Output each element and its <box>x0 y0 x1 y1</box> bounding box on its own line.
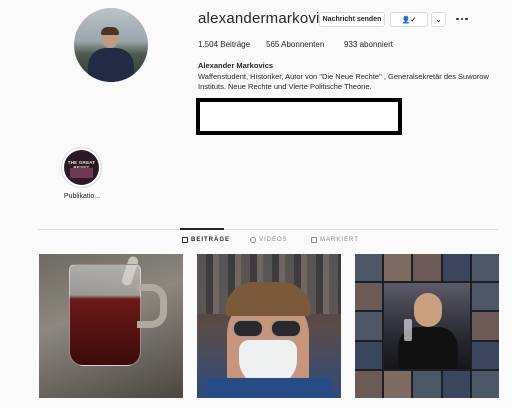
followers-number: 565 <box>266 40 280 49</box>
glass-cup-shape <box>69 264 141 366</box>
center-person-glass <box>404 319 412 341</box>
following-number: 933 <box>344 40 358 49</box>
profile-avatar[interactable] <box>74 8 148 82</box>
redacted-box <box>196 98 402 135</box>
highlight-cover-image <box>70 168 93 178</box>
following-button[interactable]: 👤✓ <box>390 12 428 27</box>
post-thumbnail[interactable] <box>197 254 341 398</box>
video-icon <box>250 237 256 243</box>
more-options-icon[interactable] <box>455 12 469 26</box>
posts-count: 1.504 Beiträge <box>198 40 250 49</box>
person-cap <box>225 282 311 316</box>
tabs-divider <box>38 229 498 230</box>
tab-tagged[interactable]: MARKIERT <box>311 237 359 243</box>
sunglasses <box>233 320 303 338</box>
tab-tagged-label: MARKIERT <box>320 237 359 243</box>
collage-center-image <box>384 283 470 369</box>
center-person-face <box>414 293 442 327</box>
tab-videos[interactable]: VIDEOS <box>250 237 288 243</box>
following-count[interactable]: 933 abonniert <box>344 40 393 49</box>
profile-bio: Waffenstudent, Historiker, Autor von "Di… <box>198 72 489 91</box>
profile-username: alexandermarkovics <box>198 10 335 27</box>
grid-icon <box>182 237 188 243</box>
tag-icon <box>311 237 317 243</box>
tab-posts[interactable]: BEITRÄGE <box>182 237 230 243</box>
profile-full-name: Alexander Markovics <box>198 61 274 70</box>
jacket <box>207 378 331 398</box>
posts-label: Beiträge <box>220 40 251 49</box>
highlight-label: Publikatio... <box>63 193 101 200</box>
suggestions-dropdown-button[interactable]: ⌄ <box>431 12 446 27</box>
active-tab-indicator <box>180 228 224 230</box>
cup-handle-shape <box>137 284 167 328</box>
avatar-hair <box>101 27 119 35</box>
avatar-body <box>88 48 134 82</box>
highlight-cover: THE GREAT RESET <box>64 150 99 185</box>
send-message-button[interactable]: Nachricht senden <box>319 12 385 27</box>
followers-label: Abonnenten <box>281 40 325 49</box>
posts-number: 1.504 <box>198 40 219 49</box>
following-label: abonniert <box>359 40 393 49</box>
tab-posts-label: BEITRÄGE <box>191 237 231 243</box>
followers-count[interactable]: 565 Abonnenten <box>266 40 324 49</box>
tab-videos-label: VIDEOS <box>259 237 288 243</box>
highlight-publikationen[interactable]: THE GREAT RESET <box>61 147 102 188</box>
post-thumbnail[interactable] <box>355 254 499 398</box>
post-thumbnail[interactable] <box>39 254 183 398</box>
